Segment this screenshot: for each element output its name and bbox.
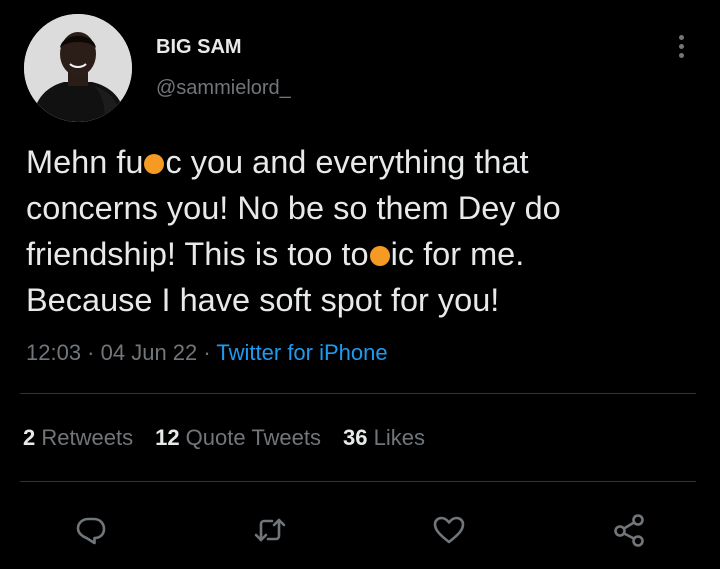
censor-dot-icon: [144, 154, 165, 174]
divider: [20, 393, 696, 394]
avatar-image: [24, 14, 132, 122]
tweet-text: Mehn fu c you and everything that concern…: [26, 139, 696, 323]
tweet-text-segment: ic for me.: [390, 236, 525, 272]
quote-tweets-count: 12: [155, 425, 180, 450]
divider: [20, 481, 696, 482]
quote-tweets-label: Quote Tweets: [179, 425, 322, 450]
author-handle[interactable]: @sammielord_: [156, 77, 291, 100]
share-icon: [614, 514, 644, 547]
likes-stat[interactable]: 36 Likes: [343, 425, 425, 451]
tweet-line-4: Because I have soft spot for you!: [26, 282, 500, 318]
tweet-text-segment: friendship! This is too to: [26, 236, 369, 272]
likes-label: Likes: [367, 425, 425, 450]
reply-icon: [76, 517, 106, 545]
retweets-count: 2: [23, 425, 36, 450]
tweet-text-segment: Mehn fu: [26, 144, 144, 180]
retweets-label: Retweets: [35, 425, 134, 450]
more-options-button[interactable]: [667, 28, 695, 64]
meta-separator: ·: [197, 340, 217, 365]
tweet-date[interactable]: 04 Jun 22: [101, 340, 198, 365]
quote-tweets-stat[interactable]: 12 Quote Tweets: [155, 425, 321, 451]
tweet-line-2: concerns you! No be so them Dey do: [26, 190, 561, 226]
likes-count: 36: [343, 425, 368, 450]
tweet-meta: 12:03 · 04 Jun 22 · Twitter for iPhone: [26, 340, 388, 366]
reply-button[interactable]: [73, 512, 109, 548]
heart-icon: [433, 516, 465, 544]
tweet-card: BIG SAM @sammielord_ Mehn fu c you and ev…: [0, 0, 720, 569]
avatar[interactable]: [24, 14, 132, 122]
like-button[interactable]: [431, 512, 467, 548]
censor-dot-icon: [369, 246, 390, 266]
share-button[interactable]: [611, 512, 647, 548]
retweet-button[interactable]: [252, 512, 288, 548]
tweet-source-link[interactable]: Twitter for iPhone: [216, 340, 387, 365]
retweet-icon: [254, 518, 286, 542]
tweet-time[interactable]: 12:03: [26, 340, 81, 365]
more-dot-icon: [678, 43, 684, 49]
more-dot-icon: [678, 52, 684, 58]
tweet-line-1: Mehn fu c you and everything that: [26, 139, 696, 185]
tweet-line-3: friendship! This is too to ic for me.: [26, 231, 696, 277]
meta-separator: ·: [81, 340, 101, 365]
tweet-stats: 2 Retweets 12 Quote Tweets 36 Likes: [23, 425, 447, 451]
author-name[interactable]: BIG SAM: [156, 36, 242, 59]
retweets-stat[interactable]: 2 Retweets: [23, 425, 133, 451]
more-dot-icon: [678, 34, 684, 40]
tweet-text-segment: c you and everything that: [165, 144, 529, 180]
